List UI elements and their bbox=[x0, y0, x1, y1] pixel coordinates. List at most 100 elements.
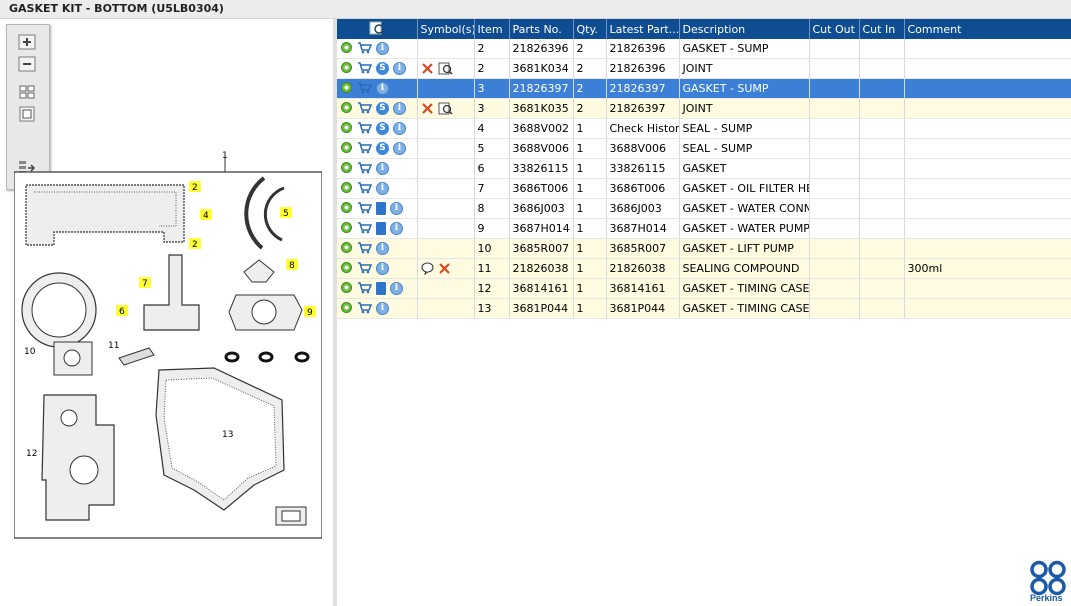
info-icon[interactable]: i bbox=[393, 102, 406, 115]
row-item: 2 bbox=[474, 39, 510, 59]
row-details-button[interactable] bbox=[340, 181, 353, 197]
table-row[interactable]: i 12 36814161 1 36814161 GASKET - TIMING CASE bbox=[337, 278, 1071, 299]
view-illustration-icon[interactable] bbox=[438, 102, 453, 115]
row-part-number: 21826038 bbox=[509, 258, 574, 279]
cart-icon bbox=[358, 81, 372, 93]
add-to-cart-button[interactable] bbox=[357, 121, 372, 137]
row-details-button[interactable] bbox=[340, 41, 353, 57]
zoom-in-button[interactable] bbox=[17, 33, 37, 51]
row-part-number: 3681K034 bbox=[509, 58, 574, 79]
comment-bubble-icon[interactable] bbox=[421, 262, 434, 275]
column-header-latest-part[interactable]: Latest Part... bbox=[606, 19, 680, 39]
add-to-cart-button[interactable] bbox=[357, 241, 372, 257]
gear-icon bbox=[341, 161, 352, 173]
table-row[interactable]: Si 5 3688V006 1 3688V006 SEAL - SUMP bbox=[337, 138, 1071, 159]
cross-icon[interactable] bbox=[421, 102, 434, 115]
table-row[interactable]: Si 2 3681K034 2 21826396 JOINT bbox=[337, 58, 1071, 79]
add-to-cart-button[interactable] bbox=[357, 81, 372, 97]
add-to-cart-button[interactable] bbox=[357, 141, 372, 157]
row-details-button[interactable] bbox=[340, 301, 353, 317]
row-details-button[interactable] bbox=[340, 121, 353, 137]
info-icon[interactable]: i bbox=[390, 282, 403, 295]
table-row[interactable]: i 8 3686J003 1 3686J003 GASKET - WATER CONNE bbox=[337, 198, 1071, 219]
row-latest-part: 3687H014 bbox=[606, 218, 680, 239]
add-to-cart-button[interactable] bbox=[357, 61, 372, 77]
supersession-icon[interactable]: S bbox=[376, 122, 389, 135]
row-details-button[interactable] bbox=[340, 281, 353, 297]
cross-icon[interactable] bbox=[421, 62, 434, 75]
supersession-icon[interactable]: S bbox=[376, 102, 389, 115]
info-icon[interactable]: i bbox=[376, 162, 389, 175]
table-row[interactable]: i 10 3685R007 1 3685R007 GASKET - LIFT PUMP bbox=[337, 238, 1071, 259]
add-to-cart-button[interactable] bbox=[357, 281, 372, 297]
table-row[interactable]: i 3 21826397 2 21826397 GASKET - SUMP bbox=[337, 78, 1071, 99]
row-details-button[interactable] bbox=[340, 201, 353, 217]
actual-size-button[interactable] bbox=[17, 105, 37, 123]
row-details-button[interactable] bbox=[340, 101, 353, 117]
book-icon[interactable] bbox=[376, 222, 386, 235]
info-icon[interactable]: i bbox=[376, 262, 389, 275]
info-icon[interactable]: i bbox=[376, 182, 389, 195]
row-qty: 1 bbox=[573, 158, 607, 179]
column-header-parts-no[interactable]: Parts No. bbox=[509, 19, 574, 39]
view-illustration-icon[interactable] bbox=[438, 62, 453, 75]
table-row[interactable]: i 6 33826115 1 33826115 GASKET bbox=[337, 158, 1071, 179]
column-header-item[interactable]: Item bbox=[474, 19, 510, 39]
column-header-actions[interactable] bbox=[337, 19, 418, 39]
column-header-description[interactable]: Description bbox=[679, 19, 810, 39]
row-item: 10 bbox=[474, 238, 510, 259]
column-header-symbols[interactable]: Symbol(s) bbox=[417, 19, 475, 39]
supersession-icon[interactable]: S bbox=[376, 62, 389, 75]
info-icon[interactable]: i bbox=[393, 122, 406, 135]
add-to-cart-button[interactable] bbox=[357, 261, 372, 277]
zoom-out-button[interactable] bbox=[17, 55, 37, 73]
info-icon[interactable]: i bbox=[376, 242, 389, 255]
table-row[interactable]: i 7 3686T006 1 3686T006 GASKET - OIL FILTER H… bbox=[337, 178, 1071, 199]
symbols-cell bbox=[421, 62, 471, 75]
add-to-cart-button[interactable] bbox=[357, 301, 372, 317]
table-row[interactable]: Si 3 3681K035 2 21826397 JOINT bbox=[337, 98, 1071, 119]
gear-icon bbox=[341, 81, 352, 93]
add-to-cart-button[interactable] bbox=[357, 161, 372, 177]
add-to-cart-button[interactable] bbox=[357, 101, 372, 117]
info-icon[interactable]: i bbox=[393, 62, 406, 75]
row-details-button[interactable] bbox=[340, 221, 353, 237]
add-to-cart-button[interactable] bbox=[357, 181, 372, 197]
row-details-button[interactable] bbox=[340, 81, 353, 97]
table-row[interactable]: i 2 21826396 2 21826396 GASKET - SUMP bbox=[337, 39, 1071, 59]
column-header-comment[interactable]: Comment bbox=[904, 19, 1071, 39]
table-row[interactable]: i 9 3687H014 1 3687H014 GASKET - WATER PUMP bbox=[337, 218, 1071, 239]
row-details-button[interactable] bbox=[340, 241, 353, 257]
row-details-button[interactable] bbox=[340, 261, 353, 277]
add-to-cart-button[interactable] bbox=[357, 201, 372, 217]
row-details-button[interactable] bbox=[340, 61, 353, 77]
row-details-button[interactable] bbox=[340, 161, 353, 177]
row-qty: 1 bbox=[573, 178, 607, 199]
book-icon[interactable] bbox=[376, 282, 386, 295]
row-comment bbox=[904, 78, 1071, 99]
fit-all-button[interactable] bbox=[17, 83, 37, 101]
info-icon[interactable]: i bbox=[390, 202, 403, 215]
row-details-button[interactable] bbox=[340, 141, 353, 157]
column-header-cut-out[interactable]: Cut Out bbox=[809, 19, 860, 39]
table-row[interactable]: i 13 3681P044 1 3681P044 GASKET - TIMING CASE… bbox=[337, 298, 1071, 319]
table-row[interactable]: i 11 21826038 1 21826038 SEALING COMPOUND 300m… bbox=[337, 258, 1071, 279]
table-row[interactable]: Si 4 3688V002 1 Check History SEAL - SUMP bbox=[337, 118, 1071, 139]
add-to-cart-button[interactable] bbox=[357, 221, 372, 237]
column-header-qty[interactable]: Qty. bbox=[573, 19, 607, 39]
info-icon[interactable]: i bbox=[376, 82, 389, 95]
row-cut-out bbox=[809, 218, 860, 239]
book-icon[interactable] bbox=[376, 202, 386, 215]
exploded-parts-diagram: 1 2 2 4 5 6 7 8 9 10 11 12 13 bbox=[14, 151, 322, 539]
row-item: 2 bbox=[474, 58, 510, 79]
supersession-icon[interactable]: S bbox=[376, 142, 389, 155]
callout-9: 9 bbox=[307, 308, 313, 318]
row-qty: 2 bbox=[573, 98, 607, 119]
add-to-cart-button[interactable] bbox=[357, 41, 372, 57]
info-icon[interactable]: i bbox=[376, 302, 389, 315]
info-icon[interactable]: i bbox=[376, 42, 389, 55]
info-icon[interactable]: i bbox=[393, 142, 406, 155]
cross-icon[interactable] bbox=[438, 262, 451, 275]
info-icon[interactable]: i bbox=[390, 222, 403, 235]
column-header-cut-in[interactable]: Cut In bbox=[859, 19, 905, 39]
